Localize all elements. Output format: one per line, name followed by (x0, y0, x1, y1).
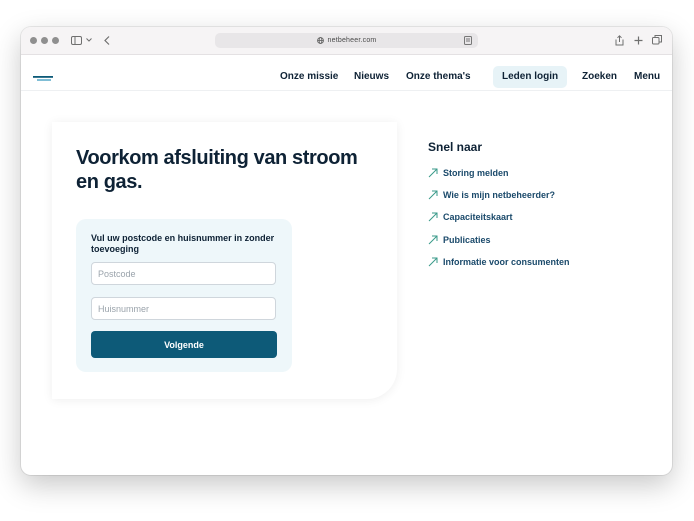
new-tab-icon[interactable] (633, 33, 643, 47)
quick-link-label: Publicaties (443, 235, 491, 245)
quick-link-label: Wie is mijn netbeheerder? (443, 190, 555, 200)
arrow-up-right-icon (428, 235, 438, 245)
site-header: Onze missie Nieuws Onze thema's Leden lo… (21, 55, 672, 91)
quick-link-storing-melden[interactable]: Storing melden (428, 167, 509, 179)
sidebar-toggle-icon[interactable] (70, 33, 82, 47)
postcode-input[interactable] (91, 262, 276, 285)
hero-card: Voorkom afsluiting van stroom en gas. Vu… (52, 122, 397, 399)
close-window-icon[interactable] (30, 37, 37, 44)
nav-item-onze-themas[interactable]: Onze thema's (406, 66, 471, 88)
leden-login-button[interactable]: Leden login (493, 66, 568, 88)
share-icon[interactable] (614, 33, 624, 47)
quick-link-label: Storing melden (443, 168, 509, 178)
quick-link-capaciteitskaart[interactable]: Capaciteitskaart (428, 211, 513, 223)
nav-item-menu[interactable]: Menu (634, 66, 660, 88)
address-form: Vul uw postcode en huisnummer in zonder … (76, 219, 292, 372)
minimize-window-icon[interactable] (41, 37, 48, 44)
quick-links-title: Snel naar (428, 140, 483, 154)
chevron-down-icon[interactable] (85, 33, 93, 47)
address-bar[interactable]: netbeheer.com (215, 33, 478, 48)
quick-link-wie-is-mijn-netbeheerder[interactable]: Wie is mijn netbeheerder? (428, 189, 555, 201)
nav-item-onze-missie[interactable]: Onze missie (280, 66, 338, 88)
reader-icon[interactable] (464, 36, 472, 47)
housenumber-input[interactable] (91, 297, 276, 320)
form-label: Vul uw postcode en huisnummer in zonder … (91, 233, 275, 254)
url-text: netbeheer.com (327, 37, 377, 44)
globe-icon (316, 37, 324, 44)
hero-title: Voorkom afsluiting van stroom en gas. (76, 147, 358, 193)
back-icon[interactable] (103, 33, 111, 47)
arrow-up-right-icon (428, 168, 438, 178)
arrow-up-right-icon (428, 212, 438, 222)
nav-item-zoeken[interactable]: Zoeken (582, 66, 617, 88)
browser-window: netbeheer.com Onze missie Nieuws Onze th… (21, 27, 672, 475)
netbeheer-logo[interactable] (33, 69, 53, 87)
arrow-up-right-icon (428, 257, 438, 267)
maximize-window-icon[interactable] (52, 37, 59, 44)
browser-titlebar: netbeheer.com (21, 27, 672, 55)
quick-link-label: Capaciteitskaart (443, 212, 513, 222)
quick-link-label: Informatie voor consumenten (443, 257, 570, 267)
tab-overview-icon[interactable] (652, 33, 662, 47)
next-button[interactable]: Volgende (91, 331, 277, 358)
quick-link-publicaties[interactable]: Publicaties (428, 234, 491, 246)
arrow-up-right-icon (428, 190, 438, 200)
quick-link-informatie-voor-consumenten[interactable]: Informatie voor consumenten (428, 256, 570, 268)
nav-item-nieuws[interactable]: Nieuws (354, 66, 389, 88)
